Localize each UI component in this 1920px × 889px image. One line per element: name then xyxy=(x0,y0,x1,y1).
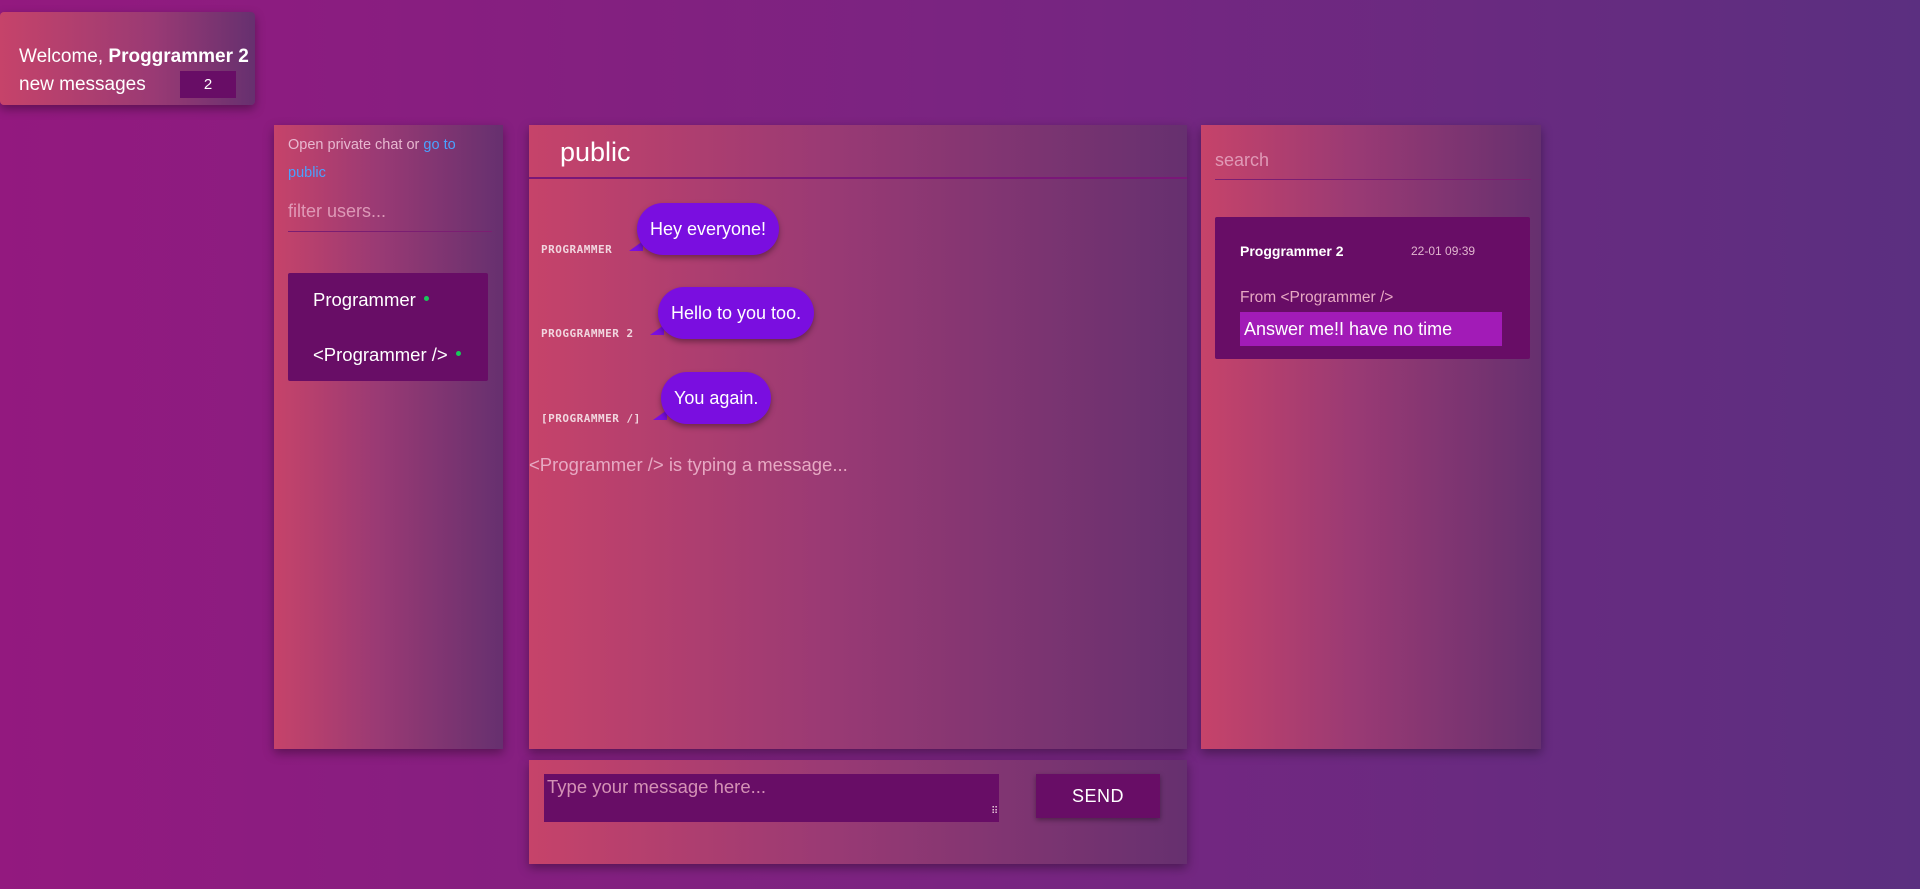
message-author: Proggrammer 2 xyxy=(541,327,634,340)
message-composer: ⠿ SEND xyxy=(529,760,1187,864)
users-list: Programmer <Programmer /> xyxy=(288,273,488,381)
send-button[interactable]: SEND xyxy=(1036,774,1160,818)
message-bubble: Hey everyone! xyxy=(637,203,780,255)
message-author: [Programmer /] xyxy=(541,412,641,425)
welcome-username: Proggrammer 2 xyxy=(108,46,249,67)
resize-handle-icon[interactable]: ⠿ xyxy=(991,806,998,817)
chat-room-title: public xyxy=(560,137,631,167)
title-divider xyxy=(529,177,1187,179)
message-bubble: Hello to you too. xyxy=(658,287,815,339)
message-author: Programmer xyxy=(541,243,613,256)
users-panel: Open private chat or go to public Progra… xyxy=(274,125,503,749)
online-status-icon xyxy=(423,295,429,301)
filter-users-input[interactable] xyxy=(288,191,492,232)
private-chat-hint: Open private chat or go to public xyxy=(288,131,488,187)
typing-indicator: <Programmer /> is typing a message... xyxy=(529,454,848,475)
notification-time: 22-01 09:39 xyxy=(1411,244,1476,258)
search-input[interactable] xyxy=(1215,141,1531,180)
online-status-icon xyxy=(455,350,461,356)
chat-panel: public Programmer Hey everyone! Proggram… xyxy=(529,125,1187,749)
notification-sender: Proggrammer 2 xyxy=(1240,243,1344,259)
new-messages-count-badge: 2 xyxy=(180,71,236,98)
welcome-text: Welcome, Proggrammer 2 xyxy=(19,46,249,68)
user-item-programmer-tag[interactable]: <Programmer /> xyxy=(313,344,461,366)
message-bubble: You again. xyxy=(661,372,772,424)
notification-card[interactable]: Proggrammer 2 22-01 09:39 From <Programm… xyxy=(1215,217,1530,359)
hint-text: Open private chat or xyxy=(288,137,424,153)
notifications-panel: Proggrammer 2 22-01 09:39 From <Programm… xyxy=(1201,125,1541,749)
message-input[interactable] xyxy=(544,774,999,822)
new-messages-label: new messages xyxy=(19,74,146,95)
welcome-box: Welcome, Proggrammer 2 new messages 2 xyxy=(0,12,255,105)
user-item-programmer[interactable]: Programmer xyxy=(313,289,429,311)
user-name: Programmer xyxy=(313,289,416,310)
welcome-prefix: Welcome, xyxy=(19,46,104,67)
notification-text: Answer me!I have no time xyxy=(1240,312,1502,346)
notification-from: From <Programmer /> xyxy=(1240,289,1394,306)
user-name: <Programmer /> xyxy=(313,344,448,365)
